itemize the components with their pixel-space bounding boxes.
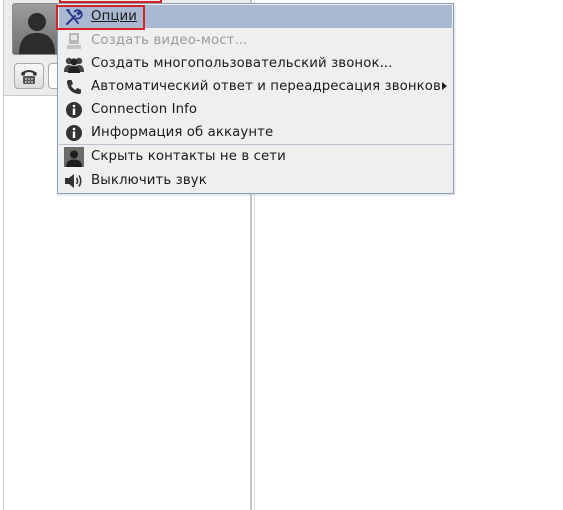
conference-icon — [63, 54, 85, 74]
info-icon — [63, 100, 85, 120]
user-silhouette-icon — [19, 13, 55, 54]
user-icon — [63, 146, 85, 167]
video-bridge-icon — [63, 31, 85, 51]
tools-popup-menu: Опции Создать видео-мост... Создать мног… — [57, 3, 454, 194]
menu-item-auto-answer[interactable]: Автоматический ответ и переадресация зво… — [59, 75, 452, 98]
menu-item-label: Выключить звук — [91, 173, 207, 188]
menu-item-label: Создать видео-мост... — [91, 33, 248, 48]
menu-item-hide-offline[interactable]: Скрыть контакты не в сети — [59, 145, 452, 168]
menu-item-create-conference-call[interactable]: Создать многопользовательский звонок... — [59, 52, 452, 75]
phone-icon — [63, 77, 85, 97]
telephone-icon — [21, 70, 37, 84]
menu-item-label: Информация об аккаунте — [91, 125, 274, 140]
options-highlight-box — [56, 5, 145, 30]
menu-item-label: Скрыть контакты не в сети — [91, 149, 286, 164]
dialpad-button[interactable] — [14, 63, 44, 89]
menu-item-create-video-bridge[interactable]: Создать видео-мост... — [59, 29, 452, 52]
menu-item-label: Создать многопользовательский звонок... — [91, 56, 393, 71]
avatar[interactable] — [12, 3, 62, 55]
menu-item-mute[interactable]: Выключить звук — [59, 169, 452, 192]
info-icon — [63, 123, 85, 143]
menu-item-connection-info[interactable]: Connection Info — [59, 98, 452, 121]
menu-item-label: Connection Info — [91, 102, 198, 117]
chevron-right-icon — [442, 82, 447, 90]
menu-item-label: Автоматический ответ и переадресация зво… — [91, 79, 441, 94]
menu-item-account-info[interactable]: Информация об аккаунте — [59, 121, 452, 144]
speaker-icon — [63, 171, 85, 191]
